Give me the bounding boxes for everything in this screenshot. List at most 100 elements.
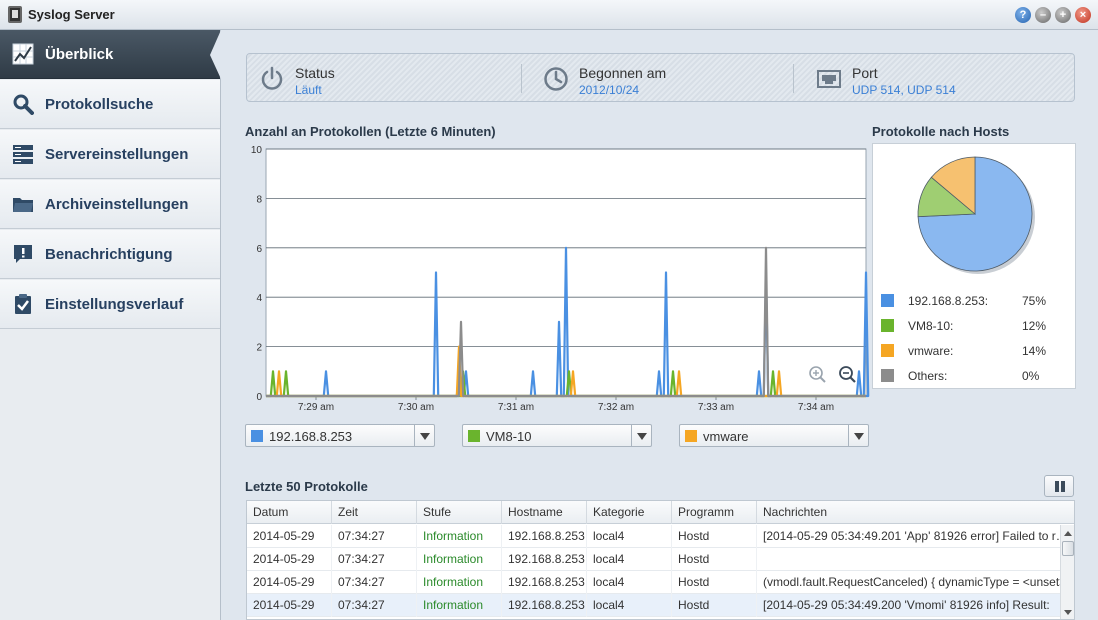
table-cell [757, 548, 1070, 571]
table-cell: 07:34:27 [332, 594, 417, 617]
legend-value: 75% [1022, 294, 1047, 308]
scroll-down-icon[interactable] [1064, 610, 1072, 615]
minimize-button[interactable]: – [1035, 7, 1051, 23]
y-tick-label: 0 [256, 392, 262, 403]
series-select-value: 192.168.8.253 [269, 429, 353, 444]
table-cell: 2014-05-29 [247, 594, 332, 617]
scrollbar[interactable] [1060, 525, 1074, 619]
chevron-down-icon[interactable] [848, 425, 868, 446]
line-chart-title: Anzahl an Protokollen (Letzte 6 Minuten) [245, 124, 496, 139]
sidebar-item-label: Benachrichtigung [45, 246, 173, 263]
legend-value: 12% [1022, 319, 1047, 333]
table-cell: Hostd [672, 571, 757, 594]
pie-chart-panel: 192.168.8.253: 75% VM8-10: 12% vmware: 14% Oth… [872, 143, 1076, 389]
port-title: Port [852, 65, 878, 81]
table-row[interactable]: 2014-05-29 07:34:27 Information 192.168.8.2… [247, 525, 1070, 548]
y-tick-label: 4 [256, 293, 262, 304]
overview-chart-icon [12, 43, 34, 65]
series-swatch [468, 430, 480, 442]
scroll-up-icon[interactable] [1064, 531, 1072, 536]
legend-value: 0% [1022, 369, 1040, 383]
divider [521, 64, 522, 93]
sidebar-item-label: Einstellungsverlauf [45, 296, 184, 313]
series-select-1[interactable]: 192.168.8.253 [245, 424, 435, 447]
legend-item: Others: 0% [881, 368, 1071, 384]
y-tick-label: 8 [256, 194, 262, 205]
legend-swatch [881, 319, 894, 332]
series-select-value: VM8-10 [486, 429, 532, 444]
close-button[interactable]: × [1075, 7, 1091, 23]
pie-chart [917, 156, 1035, 274]
column-header[interactable]: Hostname [502, 501, 587, 524]
series-swatch [685, 430, 697, 442]
y-tick-label: 6 [256, 244, 262, 255]
column-header[interactable]: Nachrichten [757, 501, 1074, 524]
legend-item: vmware: 14% [881, 343, 1071, 359]
table-row[interactable]: 2014-05-29 07:34:27 Information 192.168.8.2… [247, 548, 1070, 571]
server-icon [13, 145, 33, 164]
table-cell: local4 [587, 594, 672, 617]
legend-label: Others: [908, 369, 948, 383]
pause-button[interactable] [1044, 475, 1074, 497]
column-header[interactable]: Zeit [332, 501, 417, 524]
pie-chart-title: Protokolle nach Hosts [872, 124, 1010, 139]
sidebar: Überblick Protokollsuche Servereinstellu… [0, 30, 221, 620]
table-cell: 192.168.8.253 [502, 548, 587, 571]
sidebar-item-label: Servereinstellungen [45, 146, 189, 163]
started-value: 2012/10/24 [579, 83, 640, 97]
table-cell: local4 [587, 525, 672, 548]
sidebar-item-settings-history[interactable]: Einstellungsverlauf [0, 280, 220, 329]
x-tick-label: 7:33 am [698, 402, 734, 413]
table-cell: Information [417, 594, 502, 617]
series-select-value: vmware [703, 429, 749, 444]
table-cell: 2014-05-29 [247, 525, 332, 548]
legend-label: vmware: [908, 344, 954, 358]
sidebar-item-archive-settings[interactable]: Archiveinstellungen [0, 180, 220, 229]
sidebar-item-server-settings[interactable]: Servereinstellungen [0, 130, 220, 179]
sidebar-item-label: Archiveinstellungen [45, 196, 189, 213]
table-row[interactable]: 2014-05-29 07:34:27 Information 192.168.8.2… [247, 571, 1070, 594]
table-cell: 192.168.8.253 [502, 571, 587, 594]
column-header[interactable]: Kategorie [587, 501, 672, 524]
title-bar: Syslog Server ? – + × [0, 0, 1098, 30]
legend-swatch [881, 294, 894, 307]
legend-swatch [881, 369, 894, 382]
started-title: Begonnen am [579, 65, 667, 81]
y-tick-label: 2 [256, 343, 262, 354]
table-cell: 2014-05-29 [247, 548, 332, 571]
table-cell: [2014-05-29 05:34:49.201 'App' 81926 err… [757, 525, 1070, 548]
y-tick-label: 10 [251, 145, 263, 156]
table-cell: Hostd [672, 525, 757, 548]
sidebar-item-label: Überblick [45, 46, 114, 63]
scroll-thumb[interactable] [1062, 541, 1074, 556]
table-row[interactable]: 2014-05-29 07:34:27 Information 192.168.8.2… [247, 594, 1070, 617]
table-cell: local4 [587, 548, 672, 571]
legend-item: VM8-10: 12% [881, 318, 1071, 334]
maximize-button[interactable]: + [1055, 7, 1071, 23]
x-tick-label: 7:32 am [598, 402, 634, 413]
chevron-down-icon[interactable] [414, 425, 434, 446]
column-header[interactable]: Programm [672, 501, 757, 524]
column-header[interactable]: Stufe [417, 501, 502, 524]
clipboard-icon [15, 294, 31, 314]
network-port-icon [817, 70, 841, 88]
sidebar-item-log-search[interactable]: Protokollsuche [0, 80, 220, 129]
chevron-down-icon[interactable] [631, 425, 651, 446]
table-cell: Information [417, 548, 502, 571]
sidebar-item-label: Protokollsuche [45, 96, 154, 113]
x-tick-label: 7:34 am [798, 402, 834, 413]
series-select-2[interactable]: VM8-10 [462, 424, 652, 447]
table-cell: Information [417, 571, 502, 594]
column-header[interactable]: Datum [247, 501, 332, 524]
table-cell: Hostd [672, 594, 757, 617]
port-value: UDP 514, UDP 514 [852, 83, 956, 97]
search-icon [13, 94, 34, 115]
legend-item: 192.168.8.253: 75% [881, 293, 1071, 309]
sidebar-item-overview[interactable]: Überblick [0, 30, 221, 79]
legend-swatch [881, 344, 894, 357]
sidebar-item-notification[interactable]: Benachrichtigung [0, 230, 220, 279]
help-button[interactable]: ? [1015, 7, 1031, 23]
main-content: Status Läuft Begonnen am 2012/10/24 Port… [222, 30, 1098, 620]
series-select-3[interactable]: vmware [679, 424, 869, 447]
active-indicator [210, 30, 221, 79]
